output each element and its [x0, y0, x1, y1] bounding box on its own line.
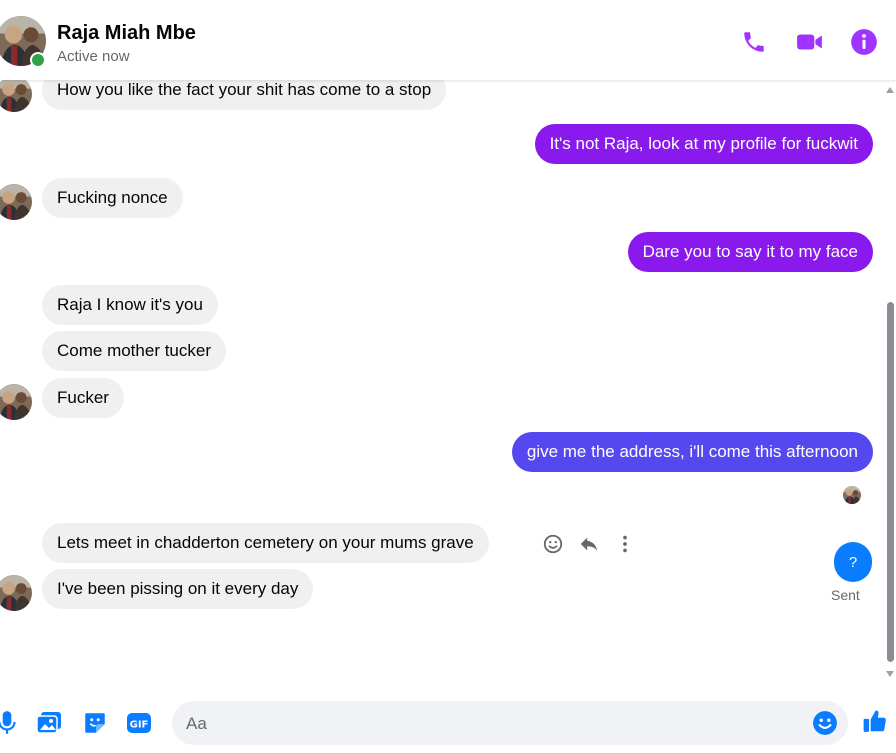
microphone-icon[interactable]: [0, 710, 20, 736]
contact-status: Active now: [57, 48, 130, 65]
svg-text:GIF: GIF: [130, 720, 149, 731]
incoming-message[interactable]: I've been pissing on it every day: [42, 569, 314, 609]
message-input[interactable]: [184, 701, 808, 747]
scrollbar-thumb[interactable]: [887, 302, 894, 662]
react-emoji-icon[interactable]: [541, 532, 565, 556]
reply-icon[interactable]: [577, 532, 601, 556]
thumbs-up-icon[interactable]: [862, 708, 888, 734]
sticker-icon[interactable]: [82, 710, 108, 736]
outgoing-message[interactable]: Dare you to say it to my face: [627, 232, 873, 272]
contact-name[interactable]: Raja Miah Mbe: [57, 22, 196, 45]
video-camera-icon[interactable]: [796, 28, 824, 56]
seen-indicator-avatar: [843, 486, 861, 504]
message-input-container[interactable]: [172, 701, 848, 747]
more-options-icon[interactable]: [613, 532, 637, 556]
incoming-message[interactable]: Fucking nonce: [42, 178, 183, 218]
message-actions: [541, 532, 637, 556]
sender-avatar[interactable]: [0, 384, 32, 420]
scrollbar[interactable]: [884, 80, 896, 692]
conversation-header: Raja Miah Mbe Active now: [0, 0, 896, 80]
scroll-up-arrow[interactable]: [886, 87, 894, 93]
scroll-down-arrow[interactable]: [886, 671, 894, 677]
outgoing-message[interactable]: give me the address, i'll come this afte…: [511, 432, 873, 472]
message-composer: GIF: [0, 692, 896, 753]
sender-avatar[interactable]: [0, 575, 32, 611]
info-icon[interactable]: [850, 28, 878, 56]
incoming-message[interactable]: Fucker: [42, 378, 124, 418]
incoming-message[interactable]: Come mother tucker: [42, 331, 226, 371]
online-status-dot: [30, 52, 46, 68]
emoji-icon[interactable]: [812, 710, 838, 736]
phone-icon[interactable]: [740, 28, 768, 56]
sender-avatar[interactable]: [0, 184, 32, 220]
sent-status: Sent: [831, 587, 860, 603]
incoming-message[interactable]: Lets meet in chadderton cemetery on your…: [42, 523, 489, 563]
incoming-message[interactable]: How you like the fact your shit has come…: [42, 80, 447, 110]
sender-avatar[interactable]: [0, 80, 32, 112]
sent-message-bubble[interactable]: ?: [834, 542, 872, 582]
incoming-message[interactable]: Raja I know it's you: [42, 285, 218, 325]
outgoing-message[interactable]: It's not Raja, look at my profile for fu…: [534, 124, 873, 164]
message-list[interactable]: How you like the fact your shit has come…: [0, 80, 884, 692]
gif-icon[interactable]: GIF: [126, 710, 152, 736]
image-icon[interactable]: [36, 710, 62, 736]
